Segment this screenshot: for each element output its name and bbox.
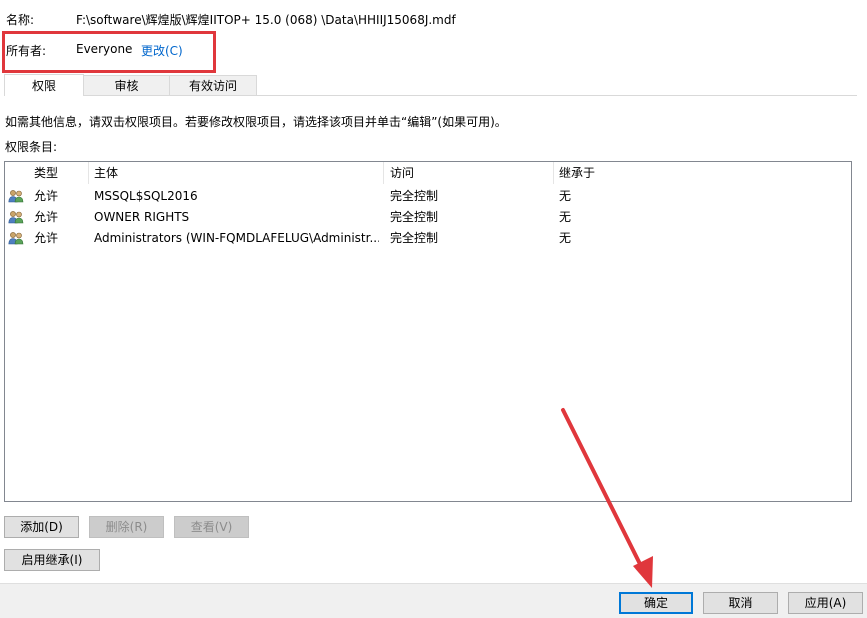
column-separator[interactable] — [383, 162, 384, 184]
row-inherited-from: 无 — [559, 231, 572, 245]
permission-entries-table[interactable]: 类型 主体 访问 继承于 允许 MSSQL$SQL2016 完全控制 无 允许 … — [4, 161, 852, 502]
row-inherited-from: 无 — [559, 210, 572, 224]
table-row[interactable]: 允许 MSSQL$SQL2016 完全控制 无 — [5, 186, 851, 207]
row-type: 允许 — [34, 231, 59, 245]
row-access: 完全控制 — [390, 231, 439, 245]
table-row[interactable]: 允许 Administrators (WIN-FQMDLAFELUG\Admin… — [5, 228, 851, 249]
dialog-footer: 确定 取消 应用(A) — [0, 583, 867, 618]
tab-permissions-label: 权限 — [31, 79, 56, 93]
tab-effective-access[interactable]: 有效访问 — [169, 75, 257, 95]
users-icon — [8, 190, 24, 203]
tab-auditing-label: 审核 — [114, 79, 139, 93]
annotation-highlight-box — [2, 31, 216, 73]
enable-inheritance-button[interactable]: 启用继承(I) — [4, 549, 100, 571]
row-principal: MSSQL$SQL2016 — [94, 189, 198, 203]
column-header-principal[interactable]: 主体 — [94, 162, 118, 184]
row-principal: Administrators (WIN-FQMDLAFELUG\Administ… — [94, 231, 379, 245]
row-principal: OWNER RIGHTS — [94, 210, 190, 224]
column-separator[interactable] — [553, 162, 554, 184]
table-row[interactable]: 允许 OWNER RIGHTS 完全控制 无 — [5, 207, 851, 228]
row-inherited-from: 无 — [559, 189, 572, 203]
info-text: 如需其他信息，请双击权限项目。若要修改权限项目，请选择该项目并单击“编辑”(如果… — [5, 115, 507, 129]
row-access: 完全控制 — [390, 210, 439, 224]
row-type: 允许 — [34, 210, 59, 224]
column-header-inherited-from[interactable]: 继承于 — [559, 162, 595, 184]
tab-strip: 权限 审核 有效访问 — [4, 74, 857, 96]
row-access: 完全控制 — [390, 189, 439, 203]
name-label: 名称: — [6, 13, 35, 27]
column-header-type[interactable]: 类型 — [34, 162, 58, 184]
add-button[interactable]: 添加(D) — [4, 516, 79, 538]
view-button[interactable]: 查看(V) — [174, 516, 249, 538]
tab-effective-access-label: 有效访问 — [188, 79, 237, 93]
tab-auditing[interactable]: 审核 — [83, 75, 170, 95]
entries-label: 权限条目: — [5, 140, 58, 154]
row-type: 允许 — [34, 189, 59, 203]
cancel-button[interactable]: 取消 — [703, 592, 778, 614]
apply-button[interactable]: 应用(A) — [788, 592, 863, 614]
users-icon — [8, 211, 24, 224]
remove-button[interactable]: 删除(R) — [89, 516, 164, 538]
ok-button[interactable]: 确定 — [619, 592, 693, 614]
tab-permissions[interactable]: 权限 — [4, 74, 84, 96]
column-header-access[interactable]: 访问 — [390, 162, 414, 184]
column-separator[interactable] — [88, 162, 89, 184]
users-icon — [8, 232, 24, 245]
file-path: F:\software\辉煌版\辉煌IITOP+ 15.0 (068) \Dat… — [76, 13, 456, 27]
